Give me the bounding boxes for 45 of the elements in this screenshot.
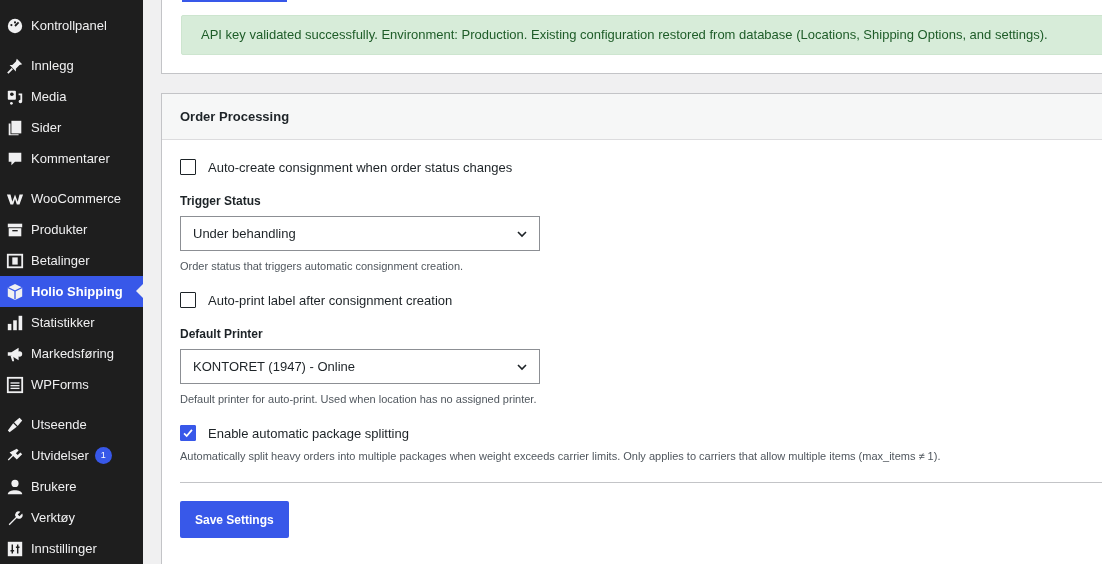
save-button[interactable]: Save Settings bbox=[180, 501, 289, 538]
sidebar-item[interactable]: Statistikker bbox=[0, 307, 143, 338]
field-description: Default printer for auto-print. Used when location has no assigned printer. bbox=[180, 392, 538, 406]
current-indicator bbox=[136, 284, 143, 298]
sidebar-item[interactable]: Produkter bbox=[0, 214, 143, 245]
dashboard-icon bbox=[6, 16, 24, 35]
checkbox[interactable] bbox=[180, 425, 196, 441]
form-icon bbox=[6, 375, 24, 394]
checkbox-label: Enable automatic package splitting bbox=[208, 425, 409, 441]
section-title: Order Processing bbox=[180, 109, 290, 124]
sidebar-item[interactable]: Betalinger bbox=[0, 245, 143, 276]
bar-chart-icon bbox=[6, 313, 24, 332]
field-description: Order status that triggers automatic consignment creation. bbox=[180, 259, 465, 273]
sidebar-item[interactable]: Media bbox=[0, 81, 143, 112]
dropdown[interactable]: KONTORET (1947) - Online bbox=[180, 349, 540, 384]
sidebar-item[interactable]: Utvidelser 1 bbox=[0, 440, 143, 471]
checkbox[interactable] bbox=[180, 159, 196, 175]
update-count: 1 bbox=[94, 447, 112, 464]
sidebar-item[interactable]: Innstillinger bbox=[0, 533, 143, 564]
cube-icon bbox=[6, 282, 24, 301]
success-notice: API key validated successfully. Environment: Production. Existing configuration restored from database (Locations, Shipping Options, and settings). bbox=[181, 15, 1102, 55]
sidebar-item[interactable]: Markedsføring bbox=[0, 338, 143, 369]
checkbox-label: Auto-print label after consignment creation bbox=[208, 292, 453, 308]
pages-icon bbox=[6, 118, 24, 137]
sidebar-item[interactable]: Holio Shipping bbox=[0, 276, 143, 307]
sliders-icon bbox=[6, 539, 24, 558]
sidebar-item[interactable]: Kommentarer bbox=[0, 143, 143, 174]
sidebar-item[interactable]: Verktøy bbox=[0, 502, 143, 533]
pin-icon bbox=[6, 56, 24, 75]
checkbox-label: Auto-create consignment when order status changes bbox=[208, 159, 513, 175]
sidebar-item[interactable]: Brukere bbox=[0, 471, 143, 502]
brush-icon bbox=[6, 415, 24, 434]
field-label: Trigger Status bbox=[180, 194, 262, 209]
dropdown[interactable]: Under behandling bbox=[180, 216, 540, 251]
sidebar-item[interactable]: WooCommerce bbox=[0, 183, 143, 214]
sidebar-item[interactable]: Sider bbox=[0, 112, 143, 143]
checkbox[interactable] bbox=[180, 292, 196, 308]
field-label: Default Printer bbox=[180, 327, 264, 342]
sidebar-item[interactable]: WPForms bbox=[0, 369, 143, 400]
sidebar-item[interactable]: Utseende bbox=[0, 409, 143, 440]
user-icon bbox=[6, 477, 24, 496]
sidebar-item[interactable]: Innlegg bbox=[0, 50, 143, 81]
sidebar-item[interactable]: Kontrollpanel bbox=[0, 10, 143, 41]
wrench-icon bbox=[6, 508, 24, 527]
field-description: Automatically split heavy orders into multiple packages when weight exceeds carrier limits. Only applies to carriers that allow multiple items (max_items ≠ 1). bbox=[180, 449, 942, 463]
